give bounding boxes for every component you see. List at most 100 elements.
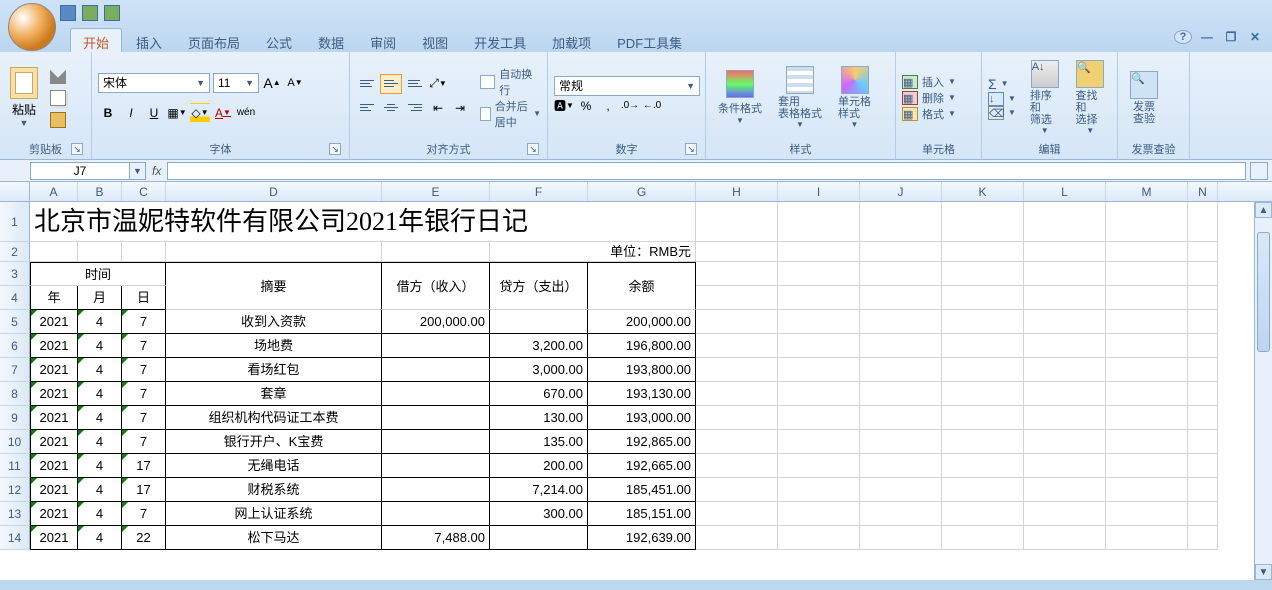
row-header[interactable]: 14 [0, 526, 30, 550]
cell[interactable] [778, 286, 860, 310]
cell[interactable] [382, 502, 490, 526]
cell[interactable] [696, 406, 778, 430]
cell[interactable]: 2021 [30, 526, 78, 550]
col-header-E[interactable]: E [382, 182, 490, 201]
formula-input[interactable] [167, 162, 1246, 180]
cell[interactable]: 网上认证系统 [166, 502, 382, 526]
cell[interactable] [860, 242, 942, 262]
cell[interactable] [778, 358, 860, 382]
cell[interactable] [490, 310, 588, 334]
col-header-H[interactable]: H [696, 182, 778, 201]
cell[interactable] [490, 526, 588, 550]
cell[interactable] [942, 262, 1024, 286]
alignment-dialog-launcher[interactable]: ↘ [527, 143, 539, 155]
restore-button[interactable]: ❐ [1222, 30, 1240, 44]
spreadsheet-grid[interactable]: ABCDEFGHIJKLMN 1北京市温妮特软件有限公司2021年银行日记2单位… [0, 182, 1272, 580]
cell[interactable] [942, 310, 1024, 334]
cell[interactable]: 7 [122, 430, 166, 454]
scroll-down-arrow[interactable]: ▼ [1255, 564, 1272, 580]
cell[interactable] [696, 334, 778, 358]
sort-filter-button[interactable]: A↓排序和 筛选▼ [1024, 58, 1066, 137]
cell[interactable] [696, 502, 778, 526]
cell[interactable] [1106, 310, 1188, 334]
cell[interactable] [860, 502, 942, 526]
row-header[interactable]: 2 [0, 242, 30, 262]
cell[interactable] [1106, 286, 1188, 310]
cell[interactable] [860, 454, 942, 478]
cell[interactable] [778, 334, 860, 358]
merge-center-button[interactable]: 合并后居中▼ [480, 98, 541, 130]
cell[interactable] [696, 358, 778, 382]
cell[interactable] [1024, 262, 1106, 286]
cell[interactable]: 银行开户、K宝费 [166, 430, 382, 454]
cell[interactable]: 670.00 [490, 382, 588, 406]
cell[interactable]: 借方（收入） [382, 262, 490, 310]
find-select-button[interactable]: 🔍查找和 选择▼ [1069, 58, 1111, 137]
italic-button[interactable]: I [121, 103, 141, 123]
cell[interactable] [778, 526, 860, 550]
cell[interactable] [1188, 502, 1218, 526]
cell[interactable]: 贷方（支出） [490, 262, 588, 310]
cell[interactable] [1188, 262, 1218, 286]
cell[interactable]: 北京市温妮特软件有限公司2021年银行日记 [30, 202, 696, 242]
cell[interactable] [122, 242, 166, 262]
font-dialog-launcher[interactable]: ↘ [329, 143, 341, 155]
decrease-decimal-button[interactable]: ←.0 [642, 96, 662, 116]
align-middle-button[interactable] [380, 74, 402, 94]
cell[interactable] [1024, 382, 1106, 406]
cell[interactable]: 收到入资款 [166, 310, 382, 334]
cell[interactable] [1106, 430, 1188, 454]
cell[interactable] [1188, 202, 1218, 242]
cell[interactable] [942, 502, 1024, 526]
cell[interactable]: 185,451.00 [588, 478, 696, 502]
cell[interactable] [696, 526, 778, 550]
align-left-button[interactable] [356, 98, 378, 118]
align-bottom-button[interactable] [404, 74, 426, 94]
cell[interactable] [942, 202, 1024, 242]
cell[interactable]: 3,200.00 [490, 334, 588, 358]
cell[interactable] [1106, 358, 1188, 382]
cell[interactable] [1188, 334, 1218, 358]
decrease-indent-button[interactable]: ⇤ [428, 98, 448, 118]
align-right-button[interactable] [404, 98, 426, 118]
cell[interactable] [1106, 262, 1188, 286]
cell[interactable]: 7,214.00 [490, 478, 588, 502]
cell[interactable]: 7,488.00 [382, 526, 490, 550]
cell[interactable] [1188, 382, 1218, 406]
cut-icon[interactable] [50, 68, 66, 84]
cell[interactable]: 196,800.00 [588, 334, 696, 358]
cell[interactable]: 看场红包 [166, 358, 382, 382]
clipboard-dialog-launcher[interactable]: ↘ [71, 143, 83, 155]
copy-icon[interactable] [50, 90, 66, 106]
cell[interactable]: 193,130.00 [588, 382, 696, 406]
cell[interactable] [1106, 406, 1188, 430]
insert-cells-button[interactable]: ▦插入▼ [902, 74, 956, 90]
col-header-J[interactable]: J [860, 182, 942, 201]
cell[interactable] [30, 242, 78, 262]
cell[interactable] [778, 478, 860, 502]
col-header-C[interactable]: C [122, 182, 166, 201]
cell[interactable] [860, 262, 942, 286]
cell[interactable]: 余额 [588, 262, 696, 310]
format-cells-button[interactable]: ▦格式▼ [902, 106, 956, 122]
align-center-button[interactable] [380, 98, 402, 118]
cell[interactable]: 月 [78, 286, 122, 310]
cell[interactable]: 200,000.00 [382, 310, 490, 334]
cell[interactable] [696, 242, 778, 262]
cell[interactable] [942, 406, 1024, 430]
qat-redo-icon[interactable] [104, 5, 120, 21]
cell[interactable]: 2021 [30, 334, 78, 358]
cell[interactable] [860, 286, 942, 310]
cell[interactable] [860, 382, 942, 406]
cell[interactable]: 松下马达 [166, 526, 382, 550]
fx-button[interactable]: fx [152, 164, 161, 178]
cell[interactable]: 4 [78, 526, 122, 550]
cell[interactable] [860, 358, 942, 382]
cell[interactable] [778, 262, 860, 286]
cell[interactable] [166, 242, 382, 262]
cell[interactable] [942, 526, 1024, 550]
cell[interactable] [696, 202, 778, 242]
cell-styles-button[interactable]: 单元格 样式▼ [832, 64, 877, 131]
increase-decimal-button[interactable]: .0→ [620, 96, 640, 116]
cell[interactable] [1024, 202, 1106, 242]
